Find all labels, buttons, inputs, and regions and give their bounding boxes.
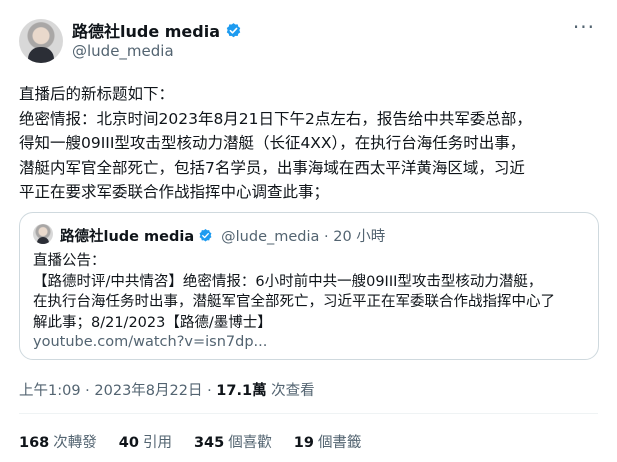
author-display-name[interactable]: 路德社lude media (72, 18, 220, 42)
view-count-label: 次查看 (266, 383, 315, 399)
quotes-stat[interactable]: 40 引用 (119, 431, 172, 452)
quoted-tweet-text: 直播公告： 【路德时评/中共情咨】绝密情报：6小时前中共一艘09III型攻击型核… (33, 253, 555, 331)
engagement-stats: 168 次轉發 40 引用 345 個喜歡 19 個書籤 (19, 431, 361, 452)
timestamp-row: 上午1:09 · 2023年8月22日 · 17.1萬 次查看 (19, 379, 315, 400)
quoted-tweet-card[interactable]: 路德社lude media @lude_media · 20 小時 直播公告： … (19, 212, 599, 360)
quoted-author-name: 路德社lude media (60, 229, 195, 245)
verified-badge-icon (199, 228, 212, 242)
bookmarks-stat[interactable]: 19 個書籤 (294, 431, 362, 452)
verified-badge-icon (226, 22, 241, 37)
more-dots-icon[interactable]: ··· (573, 17, 595, 37)
likes-stat[interactable]: 345 個喜歡 (194, 431, 272, 452)
quoted-tweet-header: 路德社lude media @lude_media · 20 小時 (60, 225, 385, 246)
quoted-link[interactable]: youtube.com/watch?v=isn7dp... (33, 334, 267, 350)
author-avatar[interactable] (19, 19, 63, 63)
tweet-text: 直播后的新标题如下： 绝密情报：北京时间2023年8月21日下午2点左右，报告给… (19, 85, 532, 201)
quoted-meta: @lude_media · 20 小時 (221, 229, 386, 245)
author-name-row: 路德社lude media (72, 18, 242, 42)
retweets-stat[interactable]: 168 次轉發 (19, 431, 97, 452)
divider (19, 413, 598, 414)
tweet-timestamp[interactable]: 上午1:09 · 2023年8月22日 · (19, 383, 216, 399)
view-count: 17.1萬 (216, 383, 267, 399)
quoted-author-avatar (33, 224, 53, 244)
author-handle[interactable]: @lude_media (72, 42, 174, 60)
